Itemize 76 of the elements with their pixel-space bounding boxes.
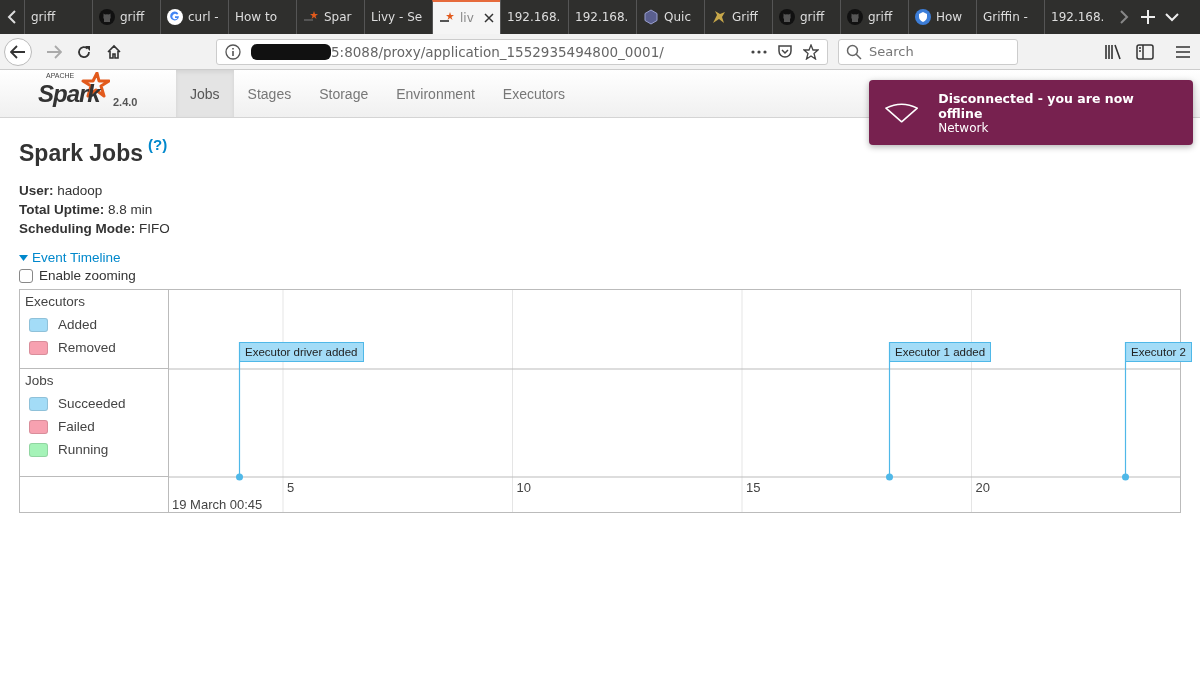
nav-tab[interactable]: Storage xyxy=(305,70,383,117)
tab-title: How xyxy=(936,10,963,24)
summary-line: Total Uptime: 8.8 min xyxy=(19,201,154,219)
group-title: Jobs xyxy=(25,373,55,388)
spark-icon xyxy=(303,11,319,23)
spark-icon xyxy=(439,12,455,24)
legend-label: Added xyxy=(58,317,98,332)
axis-tick-label: 5 xyxy=(287,480,295,495)
page-title: Spark Jobs xyxy=(19,140,143,167)
menu-icon[interactable] xyxy=(1176,45,1190,58)
more-icon[interactable] xyxy=(751,49,767,54)
tab-title: 192.168. xyxy=(507,10,561,24)
tab-title: 192.168. xyxy=(575,10,629,24)
tab-title: griff xyxy=(31,10,56,24)
event-label[interactable]: Executor 1 added xyxy=(889,342,992,362)
version-label: 2.4.0 xyxy=(113,96,138,108)
group-title: Executors xyxy=(25,294,87,309)
nav-tab[interactable]: Environment xyxy=(382,70,489,117)
plus-icon xyxy=(1141,10,1155,24)
legend-label: Running xyxy=(58,442,109,457)
nav-tab[interactable]: Executors xyxy=(488,70,580,117)
google-icon xyxy=(167,9,183,25)
home-icon[interactable] xyxy=(106,43,122,60)
search-icon xyxy=(846,43,862,60)
search-field[interactable]: Search xyxy=(838,38,1018,65)
notification-source: Network xyxy=(938,120,990,135)
legend-label: Succeeded xyxy=(58,396,126,411)
nav-tab[interactable]: Jobs xyxy=(176,70,234,117)
wifi-icon xyxy=(885,102,919,123)
tab-title: Spar xyxy=(324,10,352,24)
chevron-right-icon xyxy=(1119,10,1129,24)
shield-icon xyxy=(915,9,931,25)
tab-title: curl - xyxy=(188,10,219,24)
event-label[interactable]: Executor driver added xyxy=(239,342,364,362)
caret-icon xyxy=(19,254,28,261)
legend-label: Removed xyxy=(58,340,116,355)
checkbox[interactable] xyxy=(19,268,33,283)
summary-line: Scheduling Mode: FIFO xyxy=(19,220,171,238)
summary-line: User: hadoop xyxy=(19,182,104,200)
address-bar[interactable]: 5:8088/proxy/application_1552935494800_0001/ xyxy=(216,38,828,65)
url-text: 5:8088/proxy/application_1552935494800_0001/ xyxy=(331,43,664,60)
tab-title: Griffin - xyxy=(983,10,1028,24)
info-icon[interactable] xyxy=(225,43,241,60)
pocket-icon[interactable] xyxy=(777,43,793,60)
hexagon-icon xyxy=(643,9,659,25)
chevron-left-icon xyxy=(7,10,17,24)
bird-icon xyxy=(711,9,727,25)
notification-title: Disconnected - you are now offline xyxy=(938,90,1135,121)
tab-title: Quic xyxy=(664,10,691,24)
axis-caption: 19 March 00:45 xyxy=(172,497,263,512)
axis-tick-label: 10 xyxy=(516,480,531,495)
back-button[interactable] xyxy=(4,37,32,66)
arrow-left-icon xyxy=(10,44,26,59)
tab-title: griff xyxy=(800,10,825,24)
legend-label: Failed xyxy=(58,419,95,434)
tab-title: griff xyxy=(868,10,893,24)
star-icon[interactable] xyxy=(803,43,819,60)
axis-tick-label: 20 xyxy=(975,480,990,495)
axis-tick-label: 15 xyxy=(746,480,761,495)
checkbox-label: Enable zooming xyxy=(39,268,136,283)
tab-title: Livy - Se xyxy=(371,10,423,24)
chevron-down-icon xyxy=(1165,12,1179,22)
tab-title: How to xyxy=(235,10,278,24)
event-label[interactable]: Executor 2 xyxy=(1125,342,1192,362)
reload-icon[interactable] xyxy=(76,43,92,60)
tab-title: Griff xyxy=(732,10,758,24)
tab-title: 192.168. xyxy=(1051,10,1105,24)
close-icon[interactable] xyxy=(484,13,494,23)
event-timeline-toggle[interactable]: Event Timeline xyxy=(19,250,121,265)
tab-title: liv xyxy=(460,11,474,25)
spark-logo-text: Spark xyxy=(38,82,100,106)
library-icon[interactable] xyxy=(1104,43,1122,60)
sidebar-icon[interactable] xyxy=(1136,43,1154,60)
help-link[interactable]: (?) xyxy=(148,136,168,153)
tab-title: griff xyxy=(120,10,145,24)
nav-tab[interactable]: Stages xyxy=(233,70,306,117)
